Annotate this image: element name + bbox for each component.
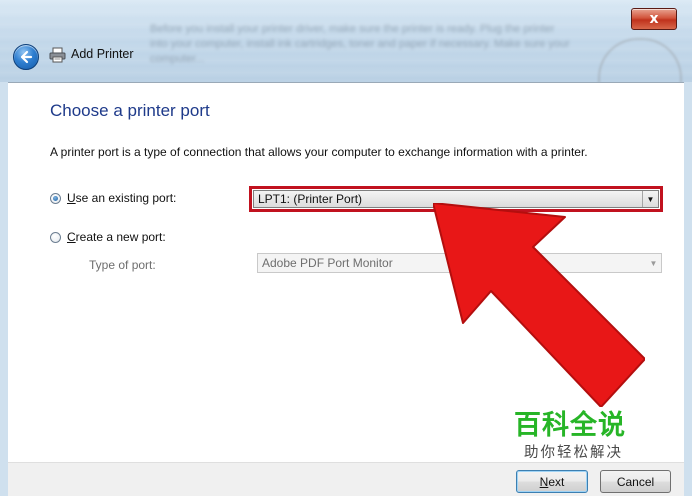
watermark-subtitle: 助你轻松解决	[524, 445, 623, 461]
existing-port-label: Use an existing port:	[67, 191, 177, 205]
existing-port-option[interactable]: Use an existing port:	[50, 191, 176, 205]
existing-port-radio[interactable]	[50, 192, 61, 204]
new-port-option[interactable]: Create a new port:	[50, 230, 166, 244]
back-button[interactable]	[13, 44, 39, 70]
close-icon: x	[649, 11, 659, 27]
new-port-radio[interactable]	[50, 231, 61, 243]
window-title: Add Printer	[71, 47, 134, 61]
background-blurred-text: Before you install your printer driver, …	[150, 23, 570, 65]
back-arrow-icon	[20, 50, 33, 64]
new-port-label: Create a new port:	[67, 230, 166, 244]
page-description: A printer port is a type of connection t…	[50, 145, 588, 159]
dropdown-arrow-icon: ▼	[649, 258, 658, 268]
type-of-port-label: Type of port:	[89, 258, 156, 272]
watermark-title: 百科全说	[514, 410, 626, 441]
red-annotation-arrow	[433, 203, 645, 407]
page-title: Choose a printer port	[50, 101, 210, 120]
next-button[interactable]: Next	[516, 470, 588, 493]
wizard-footer: Next Cancel	[8, 462, 684, 496]
printer-icon	[49, 47, 66, 63]
cancel-button[interactable]: Cancel	[600, 470, 671, 493]
close-button[interactable]: x	[631, 8, 677, 30]
